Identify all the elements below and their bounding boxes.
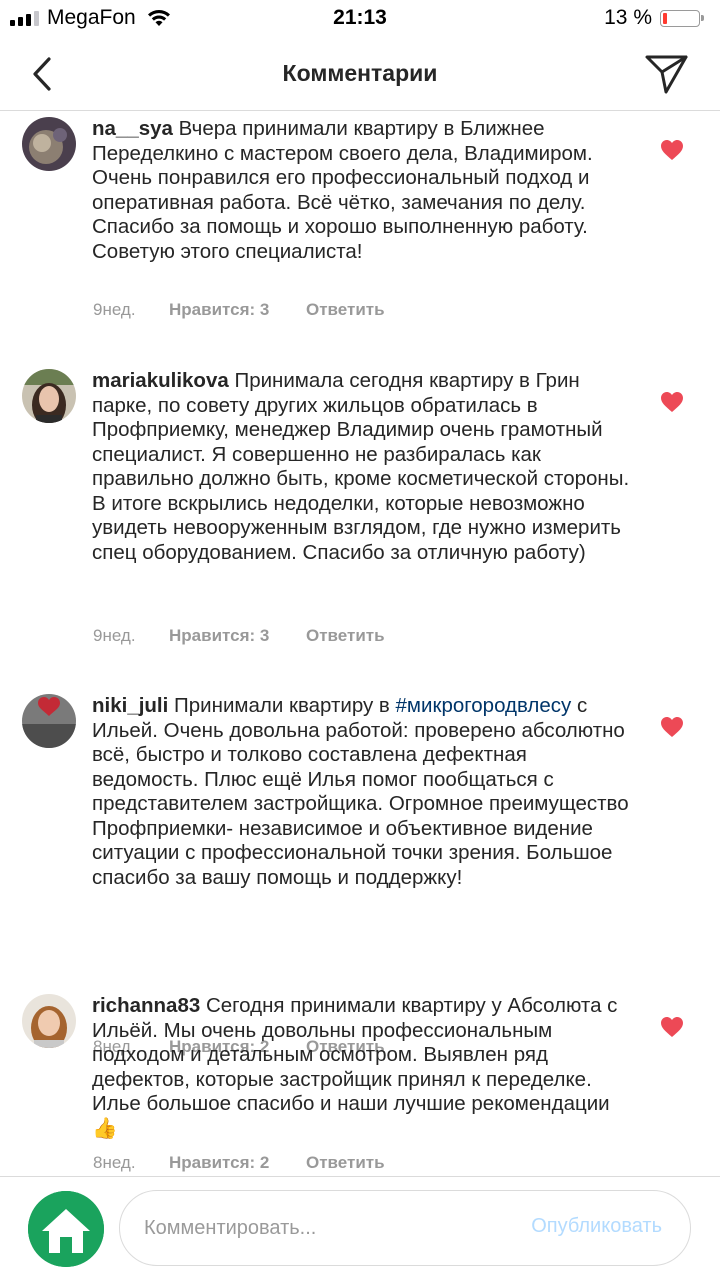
- comment-meta: 9нед. Нравится: 3 Ответить: [93, 626, 385, 646]
- comment-username[interactable]: na__sya: [92, 117, 173, 140]
- hashtag-link[interactable]: #микрогородвлесу: [396, 694, 572, 717]
- avatar-photo: [22, 369, 76, 423]
- comment-likes[interactable]: Нравится: 3: [169, 300, 306, 320]
- comment-input-box[interactable]: Опубликовать: [119, 1190, 691, 1266]
- comment-body-end: с Ильей. Очень довольна работой: провере…: [92, 694, 629, 889]
- comment-text: na__sya Вчера принимали квартиру в Ближн…: [92, 117, 632, 264]
- comment-username[interactable]: mariakulikova: [92, 369, 229, 392]
- reply-button[interactable]: Ответить: [306, 300, 385, 320]
- avatar-photo: [22, 694, 76, 748]
- avatar[interactable]: [22, 369, 76, 423]
- house-logo-icon: [28, 1191, 104, 1267]
- heart-icon[interactable]: [660, 391, 684, 413]
- share-button[interactable]: [644, 52, 690, 96]
- reply-button[interactable]: Ответить: [306, 1153, 385, 1173]
- comment-text: mariakulikova Принимала сегодня квартиру…: [92, 369, 632, 565]
- comment-body-start: Принимали квартиру в: [174, 694, 396, 717]
- heart-icon[interactable]: [660, 139, 684, 161]
- comment-age: 9нед.: [93, 300, 136, 319]
- comment-meta: 9нед. Нравится: 3 Ответить: [93, 300, 385, 320]
- nav-header: Комментарии: [0, 38, 720, 111]
- status-right: 13 %: [604, 6, 704, 30]
- battery-level: [663, 12, 667, 24]
- comment-age: 9нед.: [93, 626, 136, 645]
- comment-age: 8нед.: [93, 1153, 136, 1172]
- comment-likes[interactable]: Нравится: 2: [169, 1153, 306, 1173]
- paper-plane-icon: [645, 55, 688, 94]
- page-title: Комментарии: [282, 60, 438, 86]
- avatar[interactable]: [22, 994, 76, 1048]
- my-avatar: [28, 1191, 104, 1267]
- comment-likes[interactable]: Нравится: 3: [169, 626, 306, 646]
- comment-composer: Опубликовать: [0, 1176, 720, 1281]
- heart-icon[interactable]: [660, 1016, 684, 1038]
- publish-button[interactable]: Опубликовать: [531, 1215, 662, 1238]
- comments-list[interactable]: na__sya Вчера принимали квартиру в Ближн…: [0, 111, 720, 1175]
- comment-meta: 8нед. Нравится: 2 Ответить: [93, 1153, 385, 1173]
- battery-icon: [660, 9, 704, 27]
- avatar[interactable]: [22, 694, 76, 748]
- comment-username[interactable]: niki_juli: [92, 694, 168, 717]
- comment-text: niki_juli Принимали квартиру в #микрогор…: [92, 694, 632, 890]
- thumbs-up-emoji: 👍: [92, 1116, 118, 1140]
- avatar-photo: [22, 994, 76, 1048]
- battery-percent: 13 %: [604, 6, 652, 29]
- comment-input[interactable]: [142, 1209, 506, 1247]
- reply-button[interactable]: Ответить: [306, 626, 385, 646]
- comment-username[interactable]: richanna83: [92, 994, 200, 1017]
- avatar-photo: [22, 117, 76, 171]
- comment-body: Принимала сегодня квартиру в Грин парке,…: [92, 369, 630, 564]
- heart-icon[interactable]: [660, 716, 684, 738]
- avatar[interactable]: [22, 117, 76, 171]
- comment-text: richanna83 Сегодня принимали квартиру у …: [92, 994, 632, 1141]
- status-bar: MegaFon 21:13 13 %: [0, 0, 720, 38]
